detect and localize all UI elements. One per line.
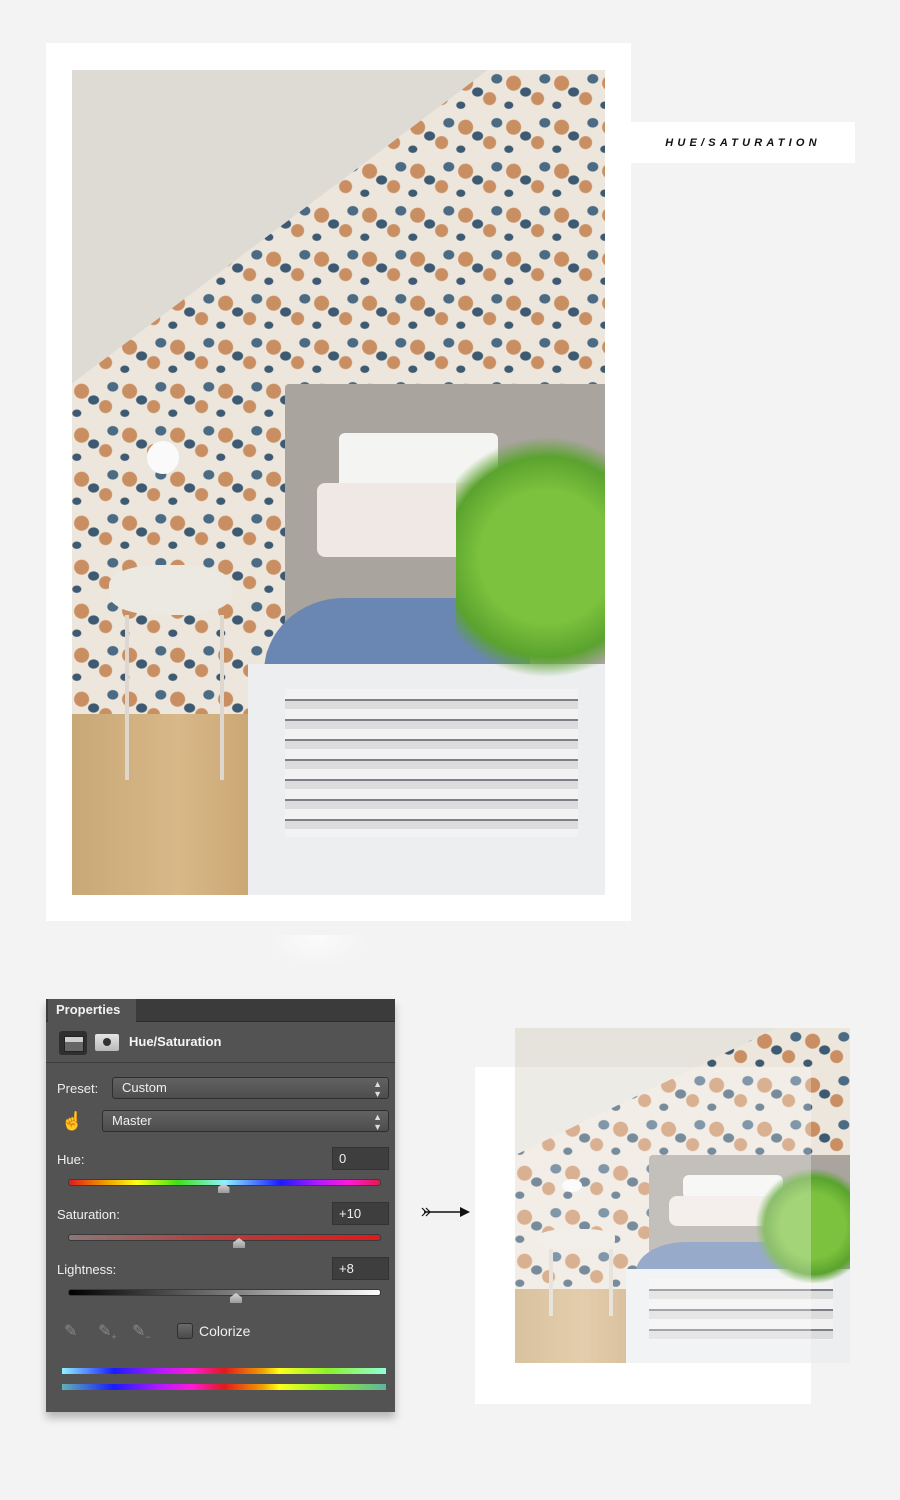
select-arrows-icon: ▲ ▼ [373, 1079, 382, 1099]
eyedropper-icon[interactable]: ✎ [64, 1321, 77, 1341]
panel-header: Hue/Saturation [46, 1022, 395, 1063]
saturation-input[interactable]: +10 [332, 1202, 389, 1225]
hue-label: Hue: [57, 1152, 85, 1167]
adjustment-title: Hue/Saturation [129, 1034, 222, 1049]
arrow-right-icon [421, 1207, 470, 1217]
colorize-label: Colorize [199, 1323, 251, 1339]
preset-value: Custom [122, 1080, 167, 1095]
eyedropper-subtract-icon[interactable]: ✎− [132, 1321, 151, 1342]
layer-mask-icon[interactable] [95, 1034, 119, 1051]
section-label-text: HUE/SATURATION [665, 136, 821, 149]
lightness-slider-track[interactable] [68, 1289, 381, 1296]
preset-select[interactable]: Custom ▲ ▼ [112, 1077, 389, 1099]
hue-saturation-adjustment-icon[interactable] [59, 1031, 87, 1055]
channel-select[interactable]: Master ▲ ▼ [102, 1110, 389, 1132]
lightness-label: Lightness: [57, 1262, 117, 1277]
bedroom-photo [72, 70, 605, 895]
saturation-label: Saturation: [57, 1207, 120, 1222]
select-arrows-icon: ▲ ▼ [373, 1112, 382, 1132]
channel-value: Master [112, 1113, 152, 1128]
hand-adjust-icon[interactable]: ☝ [61, 1110, 85, 1132]
hue-input[interactable]: 0 [332, 1147, 389, 1170]
eyedropper-add-icon[interactable]: ✎+ [98, 1321, 117, 1342]
input-spectrum-bar [62, 1368, 386, 1374]
properties-panel: Properties Hue/Saturation Preset: Custom… [46, 999, 395, 1412]
output-spectrum-bar [62, 1384, 386, 1390]
panel-tab-bar: Properties [46, 999, 395, 1022]
tab-properties[interactable]: Properties [48, 999, 136, 1022]
colorize-checkbox[interactable] [177, 1323, 193, 1339]
saturation-slider-track[interactable] [68, 1234, 381, 1241]
adjusted-photo [515, 1028, 850, 1363]
section-label: HUE/SATURATION [631, 122, 855, 163]
lightness-input[interactable]: +8 [332, 1257, 389, 1280]
preset-label: Preset: [57, 1081, 99, 1096]
decorative-shadow [272, 935, 362, 965]
